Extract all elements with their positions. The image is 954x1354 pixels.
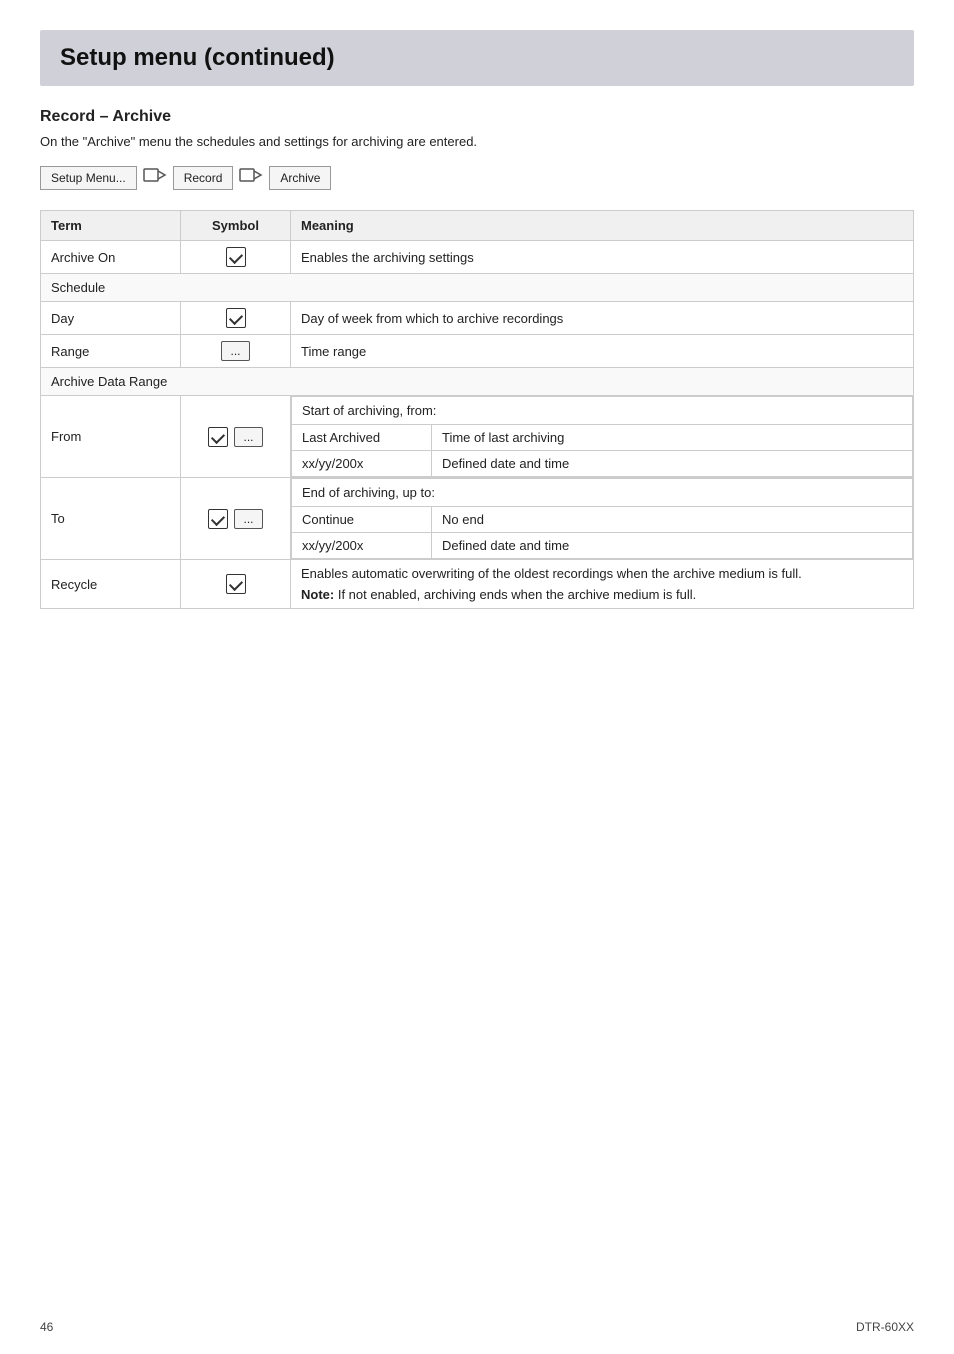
row-recycle: Recycle Enables automatic overwriting of… (41, 560, 914, 609)
symbol-range: ... (181, 335, 291, 368)
symbol-from: ... (181, 396, 291, 478)
checkbox-icon (226, 308, 246, 328)
row-archive-on: Archive On Enables the archiving setting… (41, 241, 914, 274)
row-archive-data-range-header: Archive Data Range (41, 368, 914, 396)
checkbox-icon (226, 574, 246, 594)
term-to: To (41, 478, 181, 560)
term-range: Range (41, 335, 181, 368)
meaning-range: Time range (291, 335, 914, 368)
term-from: From (41, 396, 181, 478)
breadcrumb: Setup Menu... Record Archive (40, 165, 914, 190)
symbol-day (181, 302, 291, 335)
ellipsis-icon: ... (234, 427, 262, 447)
settings-table: Term Symbol Meaning Archive On Enables t… (40, 210, 914, 609)
meaning-archive-on: Enables the archiving settings (291, 241, 914, 274)
page-wrapper: Setup menu (continued) Record – Archive … (0, 0, 954, 669)
row-day: Day Day of week from which to archive re… (41, 302, 914, 335)
col-symbol: Symbol (181, 211, 291, 241)
breadcrumb-archive[interactable]: Archive (269, 166, 331, 190)
breadcrumb-setup-menu[interactable]: Setup Menu... (40, 166, 137, 190)
term-archive-on: Archive On (41, 241, 181, 274)
page-title: Setup menu (continued) (60, 44, 894, 72)
note-text: If not enabled, archiving ends when the … (334, 587, 696, 602)
arrow-icon-2 (239, 165, 263, 190)
symbol-archive-on (181, 241, 291, 274)
checkbox-icon (226, 247, 246, 267)
checkbox-icon (208, 509, 228, 529)
model-number: DTR-60XX (856, 1320, 914, 1334)
symbol-recycle (181, 560, 291, 609)
arrow-icon-1 (143, 165, 167, 190)
meaning-recycle: Enables automatic overwriting of the old… (291, 560, 914, 609)
term-recycle: Recycle (41, 560, 181, 609)
ellipsis-icon: ... (234, 509, 262, 529)
note-label: Note: (301, 587, 334, 602)
term-archive-data-range: Archive Data Range (41, 368, 914, 396)
symbol-to: ... (181, 478, 291, 560)
meaning-from: Start of archiving, from: Last Archived … (291, 396, 914, 478)
page-number: 46 (40, 1320, 53, 1334)
section-description: On the "Archive" menu the schedules and … (40, 134, 914, 149)
row-schedule-header: Schedule (41, 274, 914, 302)
breadcrumb-record[interactable]: Record (173, 166, 234, 190)
row-to: To ... End of archiving, up to: Continue (41, 478, 914, 560)
row-range: Range ... Time range (41, 335, 914, 368)
row-from: From ... Start of archiving, from: Last … (41, 396, 914, 478)
page-footer: 46 DTR-60XX (40, 1320, 914, 1334)
col-term: Term (41, 211, 181, 241)
checkbox-icon (208, 427, 228, 447)
term-day: Day (41, 302, 181, 335)
meaning-to: End of archiving, up to: Continue No end… (291, 478, 914, 560)
page-header: Setup menu (continued) (40, 30, 914, 86)
col-meaning: Meaning (291, 211, 914, 241)
term-schedule: Schedule (41, 274, 914, 302)
ellipsis-icon: ... (221, 341, 249, 361)
meaning-day: Day of week from which to archive record… (291, 302, 914, 335)
section-title: Record – Archive (40, 108, 914, 126)
